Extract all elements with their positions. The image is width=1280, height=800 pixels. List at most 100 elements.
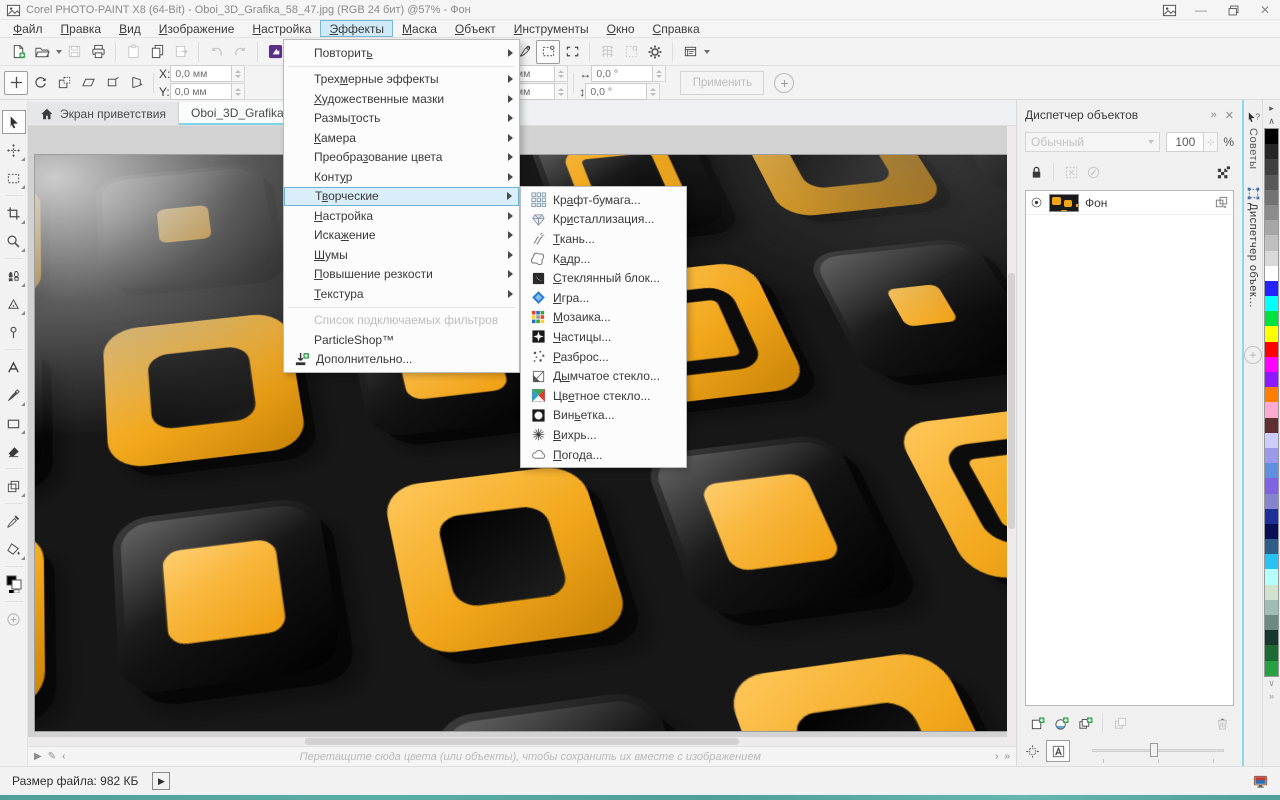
effect-tool[interactable] — [2, 292, 26, 316]
palette-swatch[interactable] — [1265, 266, 1278, 281]
submenu-item-game[interactable]: Игра... — [521, 288, 686, 308]
chevrons-right-icon[interactable]: » — [1004, 751, 1010, 762]
menu-item-plugins-more[interactable]: Дополнительно... — [284, 350, 519, 370]
status-expand-button[interactable]: ▶ — [152, 772, 170, 790]
layer-row[interactable]: Фон — [1026, 191, 1233, 215]
menu-item-contour[interactable]: Контур — [284, 167, 519, 187]
menu-item-blur[interactable]: Размытость — [284, 109, 519, 129]
transform-box-icon[interactable] — [1245, 185, 1261, 201]
merge-mode-select[interactable]: Обычный — [1025, 132, 1160, 152]
palette-scroll-up-icon[interactable]: ∧ — [1268, 115, 1275, 128]
palette-swatch[interactable] — [1265, 600, 1278, 615]
palette-flyout-icon[interactable]: ▸ — [1269, 102, 1274, 115]
palette-swatch[interactable] — [1265, 311, 1278, 326]
grid-warp-button[interactable] — [595, 40, 619, 64]
menu-item-texture[interactable]: Текстура — [284, 284, 519, 304]
palette-swatch[interactable] — [1265, 342, 1278, 357]
menu-item-noise[interactable]: Шумы — [284, 245, 519, 265]
eraser-tool[interactable] — [2, 439, 26, 463]
spinner[interactable] — [232, 65, 245, 82]
submenu-item-mosaic[interactable]: Мозаика... — [521, 308, 686, 328]
object-transparency-tool[interactable] — [2, 474, 26, 498]
palette-expand-icon[interactable]: » — [1269, 690, 1274, 703]
path-tool[interactable] — [2, 320, 26, 344]
chevron-left-icon[interactable]: ‹ — [62, 751, 65, 762]
monitor-icon[interactable] — [1253, 774, 1268, 789]
submenu-item-whirl[interactable]: Вихрь... — [521, 425, 686, 445]
menu-item-creative[interactable]: Творческие — [284, 187, 519, 207]
fill-tool[interactable] — [2, 537, 26, 561]
options-button[interactable] — [643, 40, 667, 64]
rectangle-mask-tool[interactable] — [2, 166, 26, 190]
new-button[interactable] — [6, 40, 30, 64]
open-button[interactable] — [30, 40, 54, 64]
palette-swatch[interactable] — [1265, 569, 1278, 584]
palette-swatch[interactable] — [1265, 220, 1278, 235]
lock-button[interactable] — [1025, 161, 1047, 183]
palette-swatch[interactable] — [1265, 372, 1278, 387]
palette-swatch[interactable] — [1265, 645, 1278, 660]
palette-scroll-down-icon[interactable]: ∨ — [1268, 677, 1275, 690]
paste-button[interactable] — [121, 40, 145, 64]
new-object-button[interactable] — [1025, 712, 1049, 734]
palette-swatch[interactable] — [1265, 190, 1278, 205]
menu-item-3d-effects[interactable]: Трехмерные эффекты — [284, 70, 519, 90]
spinner[interactable] — [653, 65, 666, 82]
spinner[interactable] — [555, 65, 568, 82]
clone-tool[interactable] — [2, 264, 26, 288]
minimize-button[interactable]: — — [1192, 2, 1210, 18]
menu-effects[interactable]: Эффекты — [320, 20, 393, 37]
restore-button[interactable] — [1224, 2, 1242, 18]
palette-swatch[interactable] — [1265, 326, 1278, 341]
menu-item-distort[interactable]: Искажение — [284, 226, 519, 246]
palette-swatch[interactable] — [1265, 402, 1278, 417]
submenu-item-smoked-glass[interactable]: Дымчатое стекло... — [521, 366, 686, 386]
palette-swatch[interactable] — [1265, 448, 1278, 463]
chevron-down-icon[interactable] — [704, 50, 710, 54]
marquee-all-button[interactable] — [560, 40, 584, 64]
submenu-item-particles[interactable]: Частицы... — [521, 327, 686, 347]
mask-overlay-button[interactable] — [619, 40, 643, 64]
y-position-field[interactable]: 0,0 мм — [170, 83, 232, 100]
menu-item-camera[interactable]: Камера — [284, 128, 519, 148]
menu-item-particleshop[interactable]: ParticleShop™ — [284, 330, 519, 350]
cursor-help-icon[interactable]: ? — [1245, 110, 1261, 126]
palette-swatch[interactable] — [1265, 463, 1278, 478]
palette-swatch[interactable] — [1265, 159, 1278, 174]
add-docker-button[interactable]: + — [1244, 346, 1262, 364]
palette-swatch[interactable] — [1265, 433, 1278, 448]
palette-swatch[interactable] — [1265, 251, 1278, 266]
menu-help[interactable]: Справка — [644, 20, 709, 37]
opacity-spinner[interactable]: ⊹ — [1204, 132, 1218, 152]
edit-text-attributes-button[interactable] — [1046, 740, 1070, 762]
mask-transform-tool[interactable] — [2, 138, 26, 162]
menu-item-art-strokes[interactable]: Художественные мазки — [284, 89, 519, 109]
eye-icon[interactable] — [1030, 196, 1043, 209]
palette-swatch[interactable] — [1265, 144, 1278, 159]
scale-mode-button[interactable] — [52, 71, 76, 95]
export-button[interactable] — [169, 40, 193, 64]
menu-window[interactable]: Окно — [598, 20, 644, 37]
palette-swatch[interactable] — [1265, 661, 1278, 676]
palette-swatch[interactable] — [1265, 175, 1278, 190]
submenu-item-craft-paper[interactable]: Крафт-бумага... — [521, 190, 686, 210]
save-button[interactable] — [62, 40, 86, 64]
delete-button[interactable] — [1210, 712, 1234, 734]
pick-tool[interactable] — [2, 110, 26, 134]
docker-tab-1[interactable]: Диспетчер объек... — [1247, 203, 1259, 308]
skew-angle-field[interactable]: 0,0 ° — [585, 83, 647, 100]
submenu-item-weather[interactable]: Погода... — [521, 445, 686, 465]
marquee-visible-button[interactable] — [536, 40, 560, 64]
crop-tool[interactable] — [2, 201, 26, 225]
color-swatches[interactable] — [2, 572, 26, 596]
position-mode-button[interactable] — [4, 71, 28, 95]
palette-swatch[interactable] — [1265, 235, 1278, 250]
angle-field[interactable]: 0,0 ° — [591, 65, 653, 82]
slider-thumb[interactable] — [1150, 743, 1158, 757]
palette-swatch[interactable] — [1265, 296, 1278, 311]
pencil-icon[interactable]: ✎ — [48, 751, 56, 762]
horizontal-scrollbar-thumb[interactable] — [305, 738, 740, 745]
menu-item-adjust[interactable]: Настройка — [284, 206, 519, 226]
palette-swatch[interactable] — [1265, 281, 1278, 296]
palette-swatch[interactable] — [1265, 357, 1278, 372]
